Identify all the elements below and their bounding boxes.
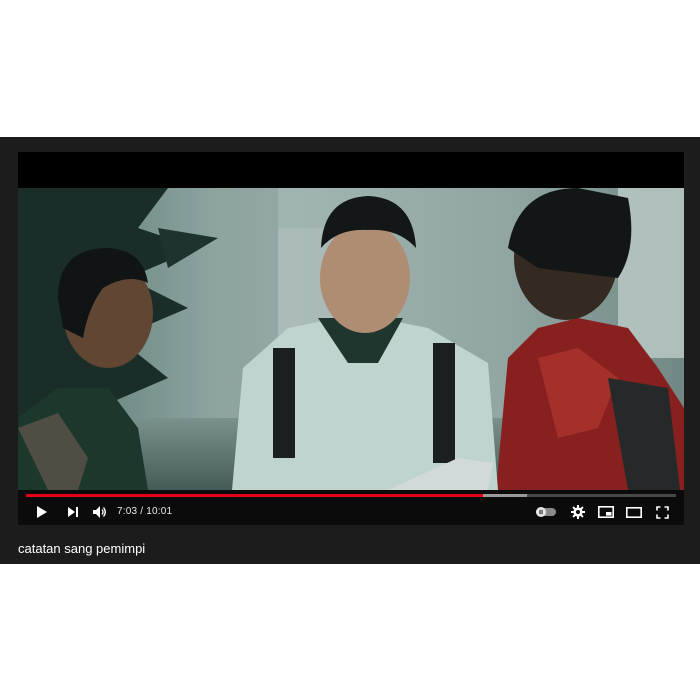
video-title: catatan sang pemimpi (18, 541, 146, 556)
volume-button[interactable] (91, 503, 109, 521)
autoplay-toggle[interactable] (535, 503, 557, 521)
fullscreen-icon (655, 505, 669, 519)
theater-mode-button[interactable] (624, 503, 644, 521)
next-icon (68, 507, 78, 517)
time-separator: / (137, 506, 147, 517)
play-icon (37, 506, 47, 518)
time-current: 7:03 (117, 506, 138, 517)
player-controls-bar: 7:03 / 10:01 (18, 490, 684, 525)
video-panel: 7:03 / 10:01 catatan sang pemimpi (0, 137, 700, 564)
settings-button[interactable] (569, 503, 587, 521)
video-still-image (18, 188, 684, 490)
time-display: 7:03 / 10:01 (117, 506, 172, 517)
progress-bar[interactable] (26, 494, 676, 497)
play-button[interactable] (34, 503, 50, 521)
miniplayer-button[interactable] (596, 503, 616, 521)
next-button[interactable] (65, 503, 81, 521)
video-frame[interactable] (18, 188, 684, 490)
volume-icon (93, 506, 106, 518)
progress-played (26, 494, 483, 497)
theater-icon (626, 506, 642, 518)
autoplay-toggle-icon (536, 507, 556, 517)
time-total: 10:01 (146, 506, 173, 517)
fullscreen-button[interactable] (652, 503, 672, 521)
miniplayer-icon (598, 506, 614, 518)
settings-icon (571, 505, 585, 519)
video-player[interactable]: 7:03 / 10:01 (18, 152, 684, 525)
